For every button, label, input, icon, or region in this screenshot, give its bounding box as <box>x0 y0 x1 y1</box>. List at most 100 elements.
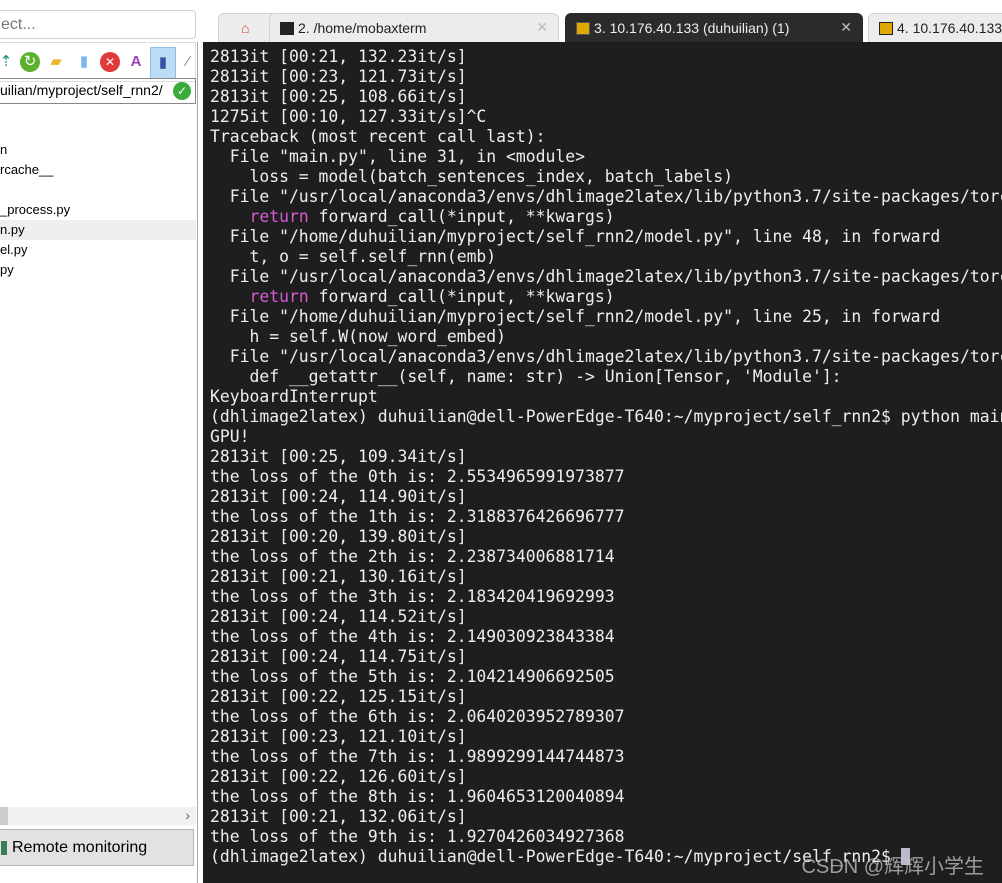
terminal-line: KeyboardInterrupt <box>210 387 1002 407</box>
line-text: 2813it [00:21, 130.16it/s] <box>210 567 467 586</box>
remote-path-input[interactable]: uilian/myproject/self_rnn2/ ✓ <box>0 78 196 104</box>
line-text: the loss of the 5th is: 2.10421490669250… <box>210 667 615 686</box>
line-text: h = self.W(now_word_embed) <box>210 327 507 346</box>
line-text: def __getattr__(self, name: str) -> Unio… <box>210 367 842 386</box>
terminal-line: the loss of the 9th is: 1.92704260349273… <box>210 827 1002 847</box>
terminal-line: loss = model(batch_sentences_index, batc… <box>210 167 1002 187</box>
terminal-line: 2813it [00:25, 109.34it/s] <box>210 447 1002 467</box>
quick-connect-search-input[interactable]: ect... <box>0 10 196 39</box>
checkmark-icon[interactable]: ✓ <box>173 82 191 100</box>
line-text: File "/usr/local/anaconda3/envs/dhlimage… <box>229 267 1002 286</box>
file-item[interactable]: rcache__ <box>0 160 196 180</box>
file-item[interactable] <box>0 180 196 200</box>
terminal-line: the loss of the 5th is: 2.10421490669250… <box>210 667 1002 687</box>
line-text: forward_call(*input, **kwargs) <box>308 207 615 226</box>
tab-local-terminal[interactable]: 2. /home/mobaxterm ✕ <box>269 13 559 42</box>
line-text: forward_call(*input, **kwargs) <box>308 287 615 306</box>
terminal-line: the loss of the 6th is: 2.06402039527893… <box>210 707 1002 727</box>
line-text: the loss of the 8th is: 1.96046531200408… <box>210 787 625 806</box>
terminal-line: 2813it [00:24, 114.75it/s] <box>210 647 1002 667</box>
terminal-line: the loss of the 2th is: 2.23873400688171… <box>210 547 1002 567</box>
line-text: GPU! <box>210 427 250 446</box>
terminal-line: 2813it [00:24, 114.52it/s] <box>210 607 1002 627</box>
line-text: 2813it [00:21, 132.23it/s] <box>210 47 467 66</box>
upload-icon[interactable]: ⇡ <box>0 52 16 72</box>
file-item[interactable]: n <box>0 140 196 160</box>
toggle-view-icon[interactable]: ▮ <box>150 47 176 79</box>
line-text: 2813it [00:21, 132.06it/s] <box>210 807 467 826</box>
delete-icon[interactable]: ✕ <box>100 52 120 72</box>
terminal-line: File "/usr/local/anaconda3/envs/dhlimage… <box>210 187 1002 207</box>
rename-icon[interactable]: A <box>126 52 146 72</box>
terminal-line: 2813it [00:25, 108.66it/s] <box>210 87 1002 107</box>
file-item[interactable]: el.py <box>0 240 196 260</box>
key-icon <box>576 22 590 35</box>
line-text: the loss of the 9th is: 1.92704260349273… <box>210 827 625 846</box>
new-file-icon[interactable]: ▮ <box>74 52 94 72</box>
terminal-line: h = self.W(now_word_embed) <box>210 327 1002 347</box>
line-text: t, o = self.self_rnn(emb) <box>210 247 497 266</box>
keyword: return <box>249 287 309 306</box>
file-item[interactable]: py <box>0 260 196 280</box>
terminal-line: 2813it [00:22, 125.15it/s] <box>210 687 1002 707</box>
line-text: the loss of the 7th is: 1.98992991447448… <box>210 747 625 766</box>
file-item[interactable]: n.py <box>0 220 196 240</box>
new-folder-icon[interactable]: ▰ <box>46 52 66 72</box>
chevron-right-icon[interactable]: › <box>185 807 190 823</box>
terminal-line: the loss of the 0th is: 2.55349659919738… <box>210 467 1002 487</box>
terminal-line: 2813it [00:24, 114.90it/s] <box>210 487 1002 507</box>
tab-label: 3. 10.176.40.133 (duhuilian) (1) <box>594 20 790 36</box>
tab-ssh-session-4[interactable]: 4. 10.176.40.133 (duhuilian) <box>868 13 1002 42</box>
terminal-output[interactable]: 2813it [00:21, 132.23it/s] 2813it [00:23,… <box>203 42 1002 883</box>
line-text: 2813it [00:22, 125.15it/s] <box>210 687 467 706</box>
line-text: the loss of the 1th is: 2.31883764266967… <box>210 507 625 526</box>
terminal-line: 2813it [00:21, 132.06it/s] <box>210 807 1002 827</box>
tab-bar: ⌂ 2. /home/mobaxterm ✕ 3. 10.176.40.133 (… <box>203 0 1002 42</box>
tab-ssh-session-3[interactable]: 3. 10.176.40.133 (duhuilian) (1) ✕ <box>565 13 863 42</box>
remote-monitoring-button[interactable]: Remote monitoring <box>0 829 194 866</box>
terminal-line: 2813it [00:20, 139.80it/s] <box>210 527 1002 547</box>
terminal-line: 2813it [00:21, 130.16it/s] <box>210 567 1002 587</box>
line-text: 2813it [00:23, 121.73it/s] <box>210 67 467 86</box>
remote-monitoring-label: Remote monitoring <box>12 839 148 856</box>
file-list: n rcache__ _process.py n.py el.py py <box>0 140 196 280</box>
line-text: 2813it [00:22, 126.60it/s] <box>210 767 467 786</box>
terminal-line: 1275it [00:10, 127.33it/s]^C <box>210 107 1002 127</box>
magic-wand-icon[interactable]: ⁄ <box>178 52 198 72</box>
sftp-toolbar: ⇡ ↻ ▰ ▮ ✕ A ▮ ⁄ <box>0 42 196 82</box>
line-text: the loss of the 3th is: 2.18342041969299… <box>210 587 615 606</box>
close-icon[interactable]: ✕ <box>536 19 548 36</box>
line-text: the loss of the 4th is: 2.14903092384338… <box>210 627 615 646</box>
line-text: File "/usr/local/anaconda3/envs/dhlimage… <box>229 347 1002 366</box>
line-text: 2813it [00:24, 114.90it/s] <box>210 487 467 506</box>
terminal-line: File "/home/duhuilian/myproject/self_rnn… <box>210 307 1002 327</box>
home-icon: ⌂ <box>241 20 250 36</box>
terminal-line: File "/home/duhuilian/myproject/self_rnn… <box>210 227 1002 247</box>
line-text: 2813it [00:25, 108.66it/s] <box>210 87 467 106</box>
line-text: File "/usr/local/anaconda3/envs/dhlimage… <box>229 187 1002 206</box>
terminal-line: 2813it [00:23, 121.10it/s] <box>210 727 1002 747</box>
terminal-line: File "/usr/local/anaconda3/envs/dhlimage… <box>210 347 1002 367</box>
terminal-line: def __getattr__(self, name: str) -> Unio… <box>210 367 1002 387</box>
refresh-icon[interactable]: ↻ <box>20 52 40 72</box>
terminal-line: the loss of the 7th is: 1.98992991447448… <box>210 747 1002 767</box>
tab-label: 4. 10.176.40.133 (duhuilian) <box>897 20 1002 36</box>
file-item[interactable]: _process.py <box>0 200 196 220</box>
horizontal-scrollbar[interactable]: › <box>0 807 196 825</box>
close-icon[interactable]: ✕ <box>840 19 852 36</box>
scrollbar-thumb[interactable] <box>0 807 8 825</box>
line-text: 2813it [00:24, 114.75it/s] <box>210 647 467 666</box>
terminal-icon <box>280 22 294 35</box>
line-text: File "main.py", line 31, in <module> <box>210 147 585 166</box>
divider <box>197 42 198 883</box>
line-text: (dhlimage2latex) duhuilian@dell-PowerEdg… <box>210 847 901 866</box>
line-text: the loss of the 2th is: 2.23873400688171… <box>210 547 615 566</box>
terminal-line: 2813it [00:21, 132.23it/s] <box>210 47 1002 67</box>
terminal-line: the loss of the 1th is: 2.31883764266967… <box>210 507 1002 527</box>
terminal-line: t, o = self.self_rnn(emb) <box>210 247 1002 267</box>
line-text: the loss of the 0th is: 2.55349659919738… <box>210 467 625 486</box>
line-text: Traceback (most recent call last): <box>210 127 546 146</box>
watermark: CSDN @辉辉小学生 <box>801 856 984 878</box>
terminal-line: 2813it [00:23, 121.73it/s] <box>210 67 1002 87</box>
